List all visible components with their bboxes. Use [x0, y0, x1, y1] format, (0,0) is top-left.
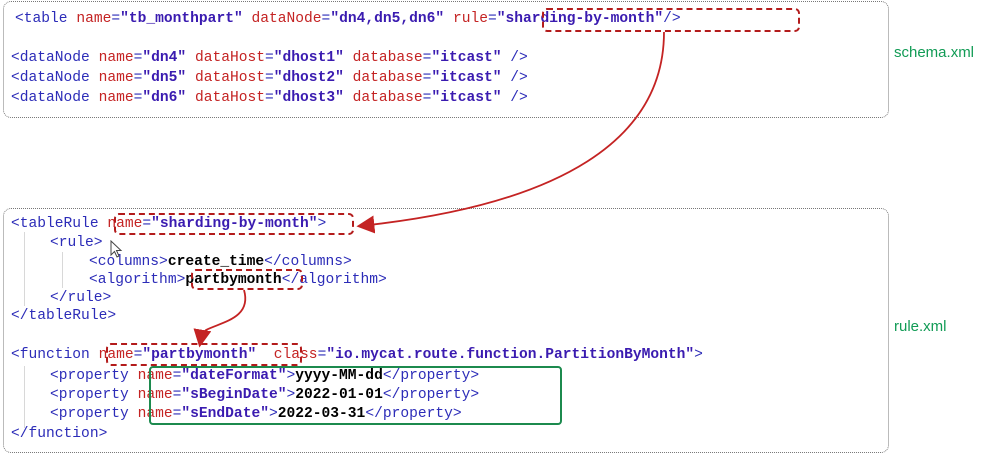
algorithm-to-function-arrow: [193, 289, 247, 348]
mouse-cursor-icon: [110, 240, 123, 258]
rule-to-tablerule-arrow: [356, 31, 665, 234]
arrow-connector: [193, 31, 665, 348]
